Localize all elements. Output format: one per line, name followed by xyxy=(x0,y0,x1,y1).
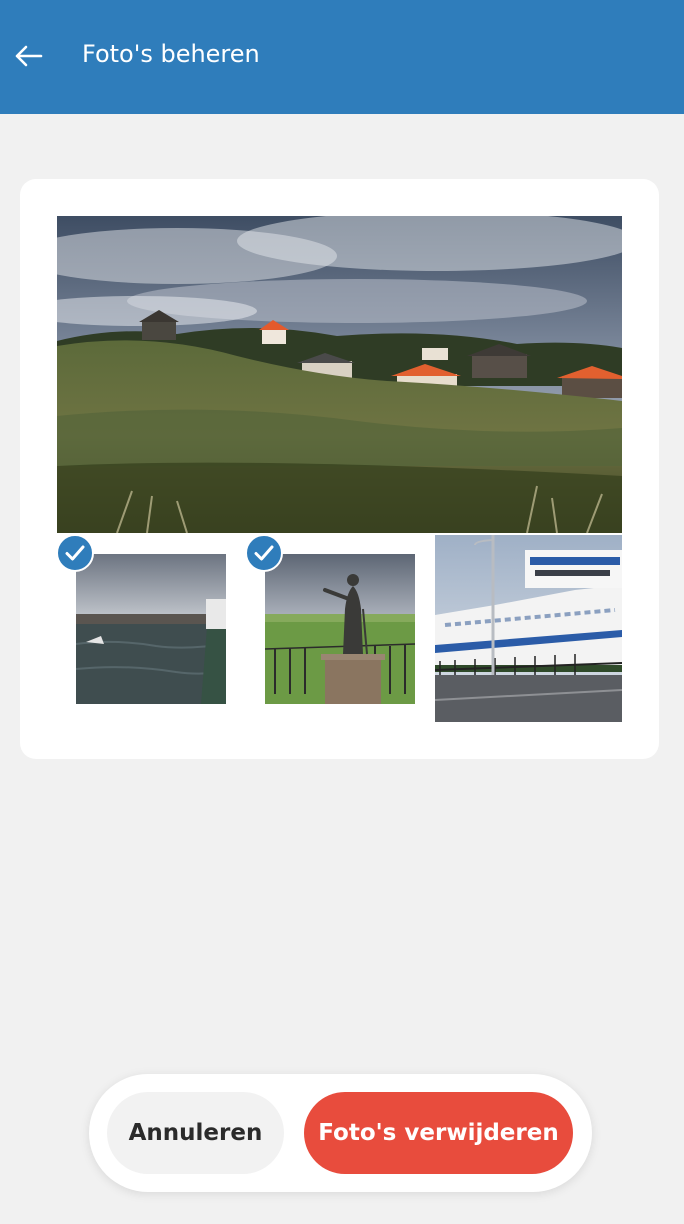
arrow-left-icon xyxy=(15,45,43,67)
photo-harbor-water[interactable] xyxy=(76,554,226,704)
selected-check-badge[interactable] xyxy=(56,534,94,572)
action-bar: Annuleren Foto's verwijderen xyxy=(89,1074,592,1192)
photo-ferry-ship[interactable] xyxy=(435,535,622,722)
delete-photos-button[interactable]: Foto's verwijderen xyxy=(304,1092,573,1174)
cancel-button[interactable]: Annuleren xyxy=(107,1092,284,1174)
checkmark-icon xyxy=(65,545,85,561)
page-title: Foto's beheren xyxy=(82,40,260,68)
photo-card xyxy=(20,179,659,759)
checkmark-icon xyxy=(254,545,274,561)
app-bar: Foto's beheren xyxy=(0,0,684,114)
photo-dunes-village[interactable] xyxy=(57,216,622,533)
selected-check-badge[interactable] xyxy=(245,534,283,572)
photo-statue-field[interactable] xyxy=(265,554,415,704)
back-button[interactable] xyxy=(8,36,48,76)
